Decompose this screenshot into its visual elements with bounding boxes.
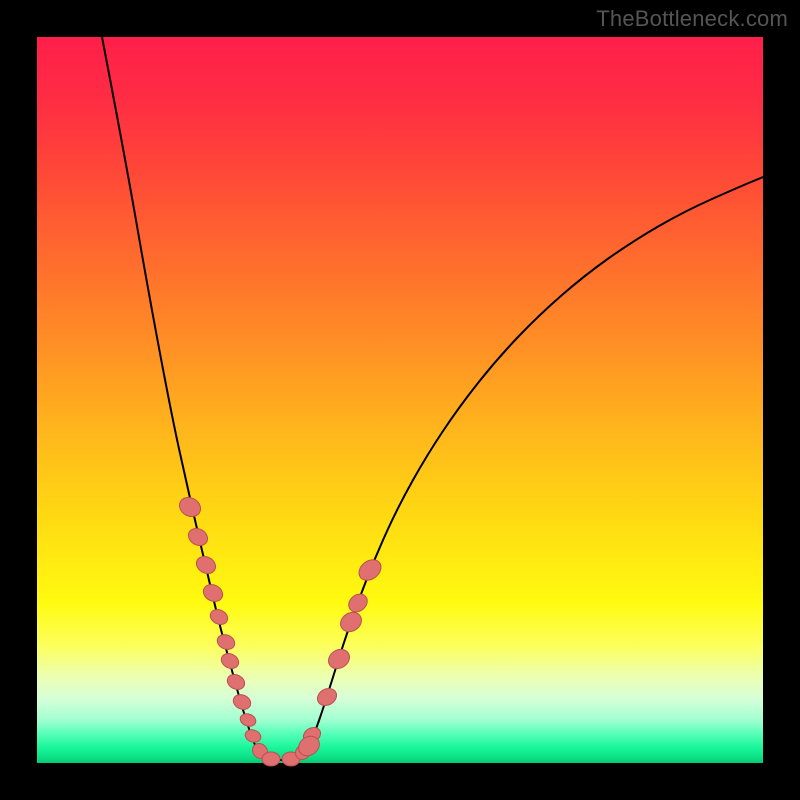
watermark-text: TheBottleneck.com: [596, 6, 788, 32]
data-marker: [231, 692, 253, 712]
data-marker: [345, 590, 371, 615]
data-marker: [176, 494, 204, 521]
data-marker: [208, 607, 230, 627]
data-marker: [193, 553, 218, 577]
marker-group: [176, 494, 385, 766]
data-marker: [200, 581, 225, 605]
curve-left-branch: [102, 37, 264, 758]
curve-right-branch: [300, 177, 763, 758]
plot-area: [37, 37, 763, 763]
data-marker: [215, 632, 237, 652]
data-marker: [219, 651, 241, 671]
data-marker: [355, 556, 385, 585]
data-marker: [244, 728, 263, 744]
data-marker: [185, 525, 210, 549]
data-marker: [225, 672, 247, 692]
data-marker: [314, 685, 339, 709]
chart-svg: [37, 37, 763, 763]
chart-frame: TheBottleneck.com: [0, 0, 800, 800]
data-marker: [262, 752, 280, 766]
data-marker: [325, 646, 353, 673]
data-marker: [238, 712, 257, 729]
data-marker: [337, 608, 365, 635]
